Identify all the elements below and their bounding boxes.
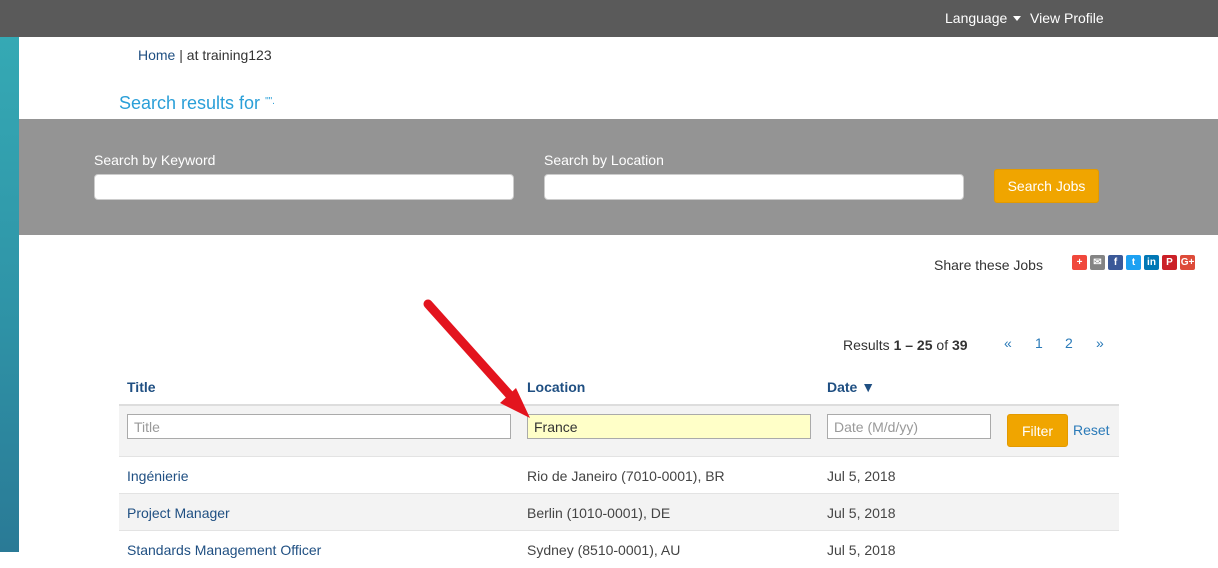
page-title: Search results for "". [119,93,275,114]
title-filter-input[interactable] [127,414,511,439]
facebook-icon[interactable]: f [1108,255,1123,270]
table-row: Ingénierie Rio de Janeiro (7010-0001), B… [119,456,1119,494]
arrow-shaft [423,299,520,406]
location-label: Search by Location [544,152,664,168]
share-label: Share these Jobs [934,257,1043,273]
filter-row: Filter Reset [119,406,1119,456]
results-range: 1 – 25 [893,337,933,353]
column-header-date[interactable]: Date ▼ [827,379,875,395]
breadcrumb-separator: | [175,47,187,63]
pagination-next[interactable]: » [1096,335,1104,351]
column-header-title[interactable]: Title [127,379,156,395]
search-jobs-button[interactable]: Search Jobs [994,169,1099,203]
breadcrumb: Home | at training123 [138,47,272,63]
table-row: Standards Management Officer Sydney (851… [119,530,1119,568]
job-date: Jul 5, 2018 [827,542,896,558]
results-of: of [932,337,952,353]
email-icon[interactable]: ✉ [1090,255,1105,270]
keyword-label: Search by Keyword [94,152,216,168]
job-title-link[interactable]: Ingénierie [127,468,189,484]
job-date: Jul 5, 2018 [827,505,896,521]
search-query: "". [265,96,275,107]
pagination-page-2[interactable]: 2 [1065,335,1073,351]
column-header-location[interactable]: Location [527,379,585,395]
location-filter-input[interactable] [527,414,811,439]
twitter-icon[interactable]: t [1126,255,1141,270]
job-title-link[interactable]: Project Manager [127,505,230,521]
location-input[interactable] [544,174,964,200]
date-filter-input[interactable] [827,414,991,439]
keyword-input[interactable] [94,174,514,200]
left-decorative-band [0,37,19,552]
results-count: Results 1 – 25 of 39 [843,337,968,353]
share-icons: + ✉ f t in P G+ [1072,255,1195,270]
page-title-text: Search results for [119,93,261,113]
language-label: Language [945,10,1008,26]
language-menu[interactable]: Language [945,10,1022,26]
search-panel: Search by Keyword Search by Location Sea… [19,119,1218,235]
job-location: Berlin (1010-0001), DE [527,505,671,521]
filter-button[interactable]: Filter [1007,414,1068,447]
top-nav-bar: Language View Profile [0,0,1218,37]
pagination-prev[interactable]: « [1004,335,1012,351]
pinterest-icon[interactable]: P [1162,255,1177,270]
job-date: Jul 5, 2018 [827,468,896,484]
table-row: Project Manager Berlin (1010-0001), DE J… [119,493,1119,531]
linkedin-icon[interactable]: in [1144,255,1159,270]
breadcrumb-home-link[interactable]: Home [138,47,175,63]
pagination-page-1[interactable]: 1 [1035,335,1043,351]
results-prefix: Results [843,337,894,353]
view-profile-link[interactable]: View Profile [1030,10,1104,26]
addthis-icon[interactable]: + [1072,255,1087,270]
job-location: Sydney (8510-0001), AU [527,542,681,558]
caret-down-icon [1013,15,1022,21]
results-total: 39 [951,337,968,353]
googleplus-icon[interactable]: G+ [1180,255,1195,270]
breadcrumb-current: at training123 [186,47,272,63]
job-location: Rio de Janeiro (7010-0001), BR [527,468,725,484]
reset-link[interactable]: Reset [1073,422,1110,438]
job-title-link[interactable]: Standards Management Officer [127,542,321,558]
